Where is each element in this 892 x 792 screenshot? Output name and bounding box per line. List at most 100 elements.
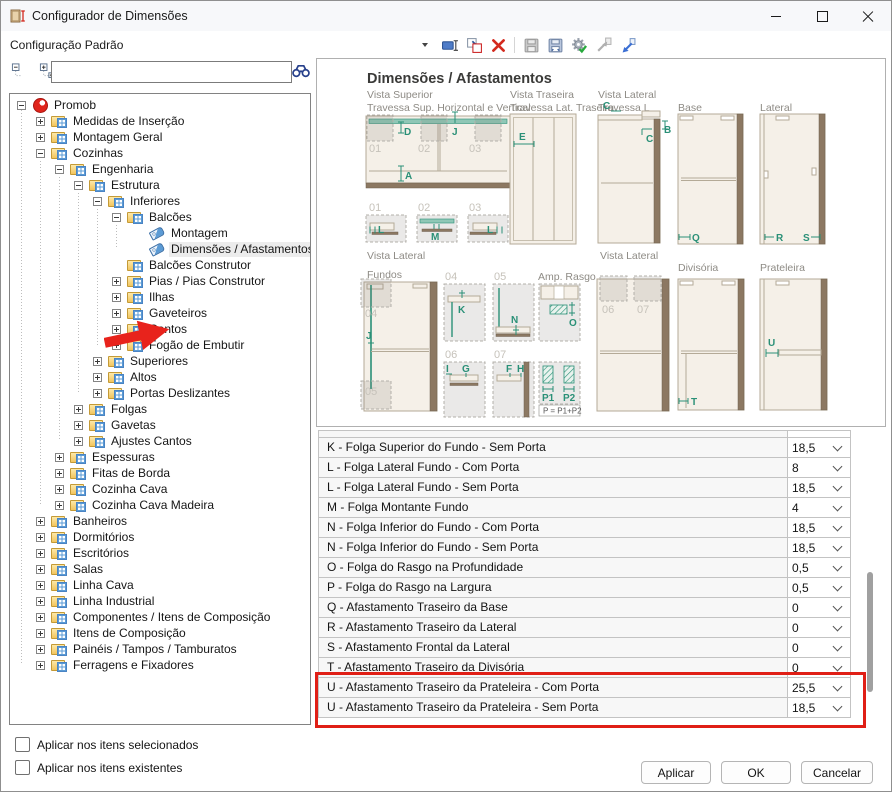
delete-config-button[interactable] [489,36,508,54]
configuration-combobox[interactable]: Configuração Padrão [10,38,422,52]
tree-item[interactable]: Estrutura [10,177,310,193]
param-value-dropdown[interactable]: 18,5 [787,518,850,537]
export-config-button[interactable] [546,36,565,54]
ok-button[interactable]: OK [721,761,791,784]
tree-expander[interactable] [93,197,102,206]
param-value-dropdown[interactable]: 8 [787,458,850,477]
configuration-tree[interactable]: Promob Medidas de Inserção Montagem Gera… [9,93,311,725]
param-value-dropdown[interactable]: 18,5 [787,538,850,557]
apply-selected-checkbox[interactable] [15,737,30,752]
tree-item[interactable]: Fogão de Embutir [10,337,310,353]
tree-expander[interactable] [36,117,45,126]
save-config-button[interactable] [522,36,541,54]
apply-button[interactable]: Aplicar [641,761,711,784]
tree-item[interactable]: Ilhas [10,289,310,305]
tree-expander[interactable] [55,501,64,510]
param-value-dropdown[interactable]: 18,5 [787,698,850,717]
tree-item[interactable]: Banheiros [10,513,310,529]
tree-item[interactable]: Portas Deslizantes [10,385,310,401]
tree-expander[interactable] [36,533,45,542]
tree-item[interactable]: Gaveteiros [10,305,310,321]
tree-expander[interactable] [55,469,64,478]
tree-expander[interactable] [36,629,45,638]
tree-item[interactable]: Folgas [10,401,310,417]
tree-expander[interactable] [36,581,45,590]
param-value-dropdown[interactable]: 0 [787,618,850,637]
tree-expander[interactable] [74,421,83,430]
tree-expander[interactable] [74,437,83,446]
tree-expander[interactable] [112,325,121,334]
param-value-dropdown[interactable]: 0,5 [787,578,850,597]
tree-expander[interactable] [36,149,45,158]
param-value-dropdown[interactable]: 25,5 [787,678,850,697]
tree-item-selected[interactable]: Dimensões / Afastamentos [10,241,310,257]
close-button[interactable] [845,1,891,31]
tree-item[interactable]: Cozinha Cava [10,481,310,497]
tree-expander[interactable] [36,517,45,526]
tree-item[interactable]: Espessuras [10,449,310,465]
tree-expander[interactable] [36,661,45,670]
push-config-button[interactable] [594,36,613,54]
tree-item[interactable]: Escritórios [10,545,310,561]
tree-item[interactable]: Painéis / Tampos / Tamburatos [10,641,310,657]
tree-expander[interactable] [74,181,83,190]
tree-expander[interactable] [17,101,26,110]
tree-item[interactable]: Inferiores [10,193,310,209]
tree-search-input[interactable] [51,61,292,83]
tree-item[interactable]: Montagem Geral [10,129,310,145]
tree-item[interactable]: Fitas de Borda [10,465,310,481]
tree-item[interactable]: Gavetas [10,417,310,433]
apply-config-button[interactable] [570,36,589,54]
tree-item[interactable]: Ajustes Cantos [10,433,310,449]
param-value-dropdown[interactable]: 0 [787,638,850,657]
tree-item[interactable]: Montagem [10,225,310,241]
tree-expander[interactable] [93,389,102,398]
tree-expander[interactable] [36,645,45,654]
minimize-button[interactable] [753,1,799,31]
rename-config-button[interactable] [441,36,460,54]
combobox-arrow-icon[interactable] [422,43,428,47]
tree-item[interactable]: Linha Cava [10,577,310,593]
tree-item[interactable]: Linha Industrial [10,593,310,609]
tree-expander[interactable] [112,309,121,318]
find-button[interactable] [291,62,311,79]
tree-item[interactable]: Cozinhas [10,145,310,161]
pull-config-button[interactable] [618,36,637,54]
copy-config-button[interactable] [465,36,484,54]
tree-expander[interactable] [55,485,64,494]
tree-item[interactable]: Balcões [10,209,310,225]
tree-item[interactable]: Itens de Composição [10,625,310,641]
tree-expander[interactable] [93,373,102,382]
param-value-dropdown[interactable]: 0,5 [787,558,850,577]
maximize-button[interactable] [799,1,845,31]
tree-expander[interactable] [36,549,45,558]
tree-item[interactable]: Cozinha Cava Madeira [10,497,310,513]
tree-expander[interactable] [74,405,83,414]
tree-item[interactable]: Pias / Pias Construtor [10,273,310,289]
tree-item[interactable]: Salas [10,561,310,577]
tree-item[interactable]: Ferragens e Fixadores [10,657,310,673]
tree-item[interactable]: Componentes / Itens de Composição [10,609,310,625]
tree-item-promob[interactable]: Promob [10,97,310,113]
tree-expander[interactable] [93,357,102,366]
collapse-all-button[interactable] [11,62,26,79]
tree-item[interactable]: Superiores [10,353,310,369]
tree-item[interactable]: Dormitórios [10,529,310,545]
param-value-dropdown[interactable]: 0 [787,658,850,677]
cancel-button[interactable]: Cancelar [801,761,873,784]
tree-expander[interactable] [112,293,121,302]
tree-expander[interactable] [112,341,121,350]
tree-expander[interactable] [36,565,45,574]
tree-item[interactable]: Medidas de Inserção [10,113,310,129]
tree-expander[interactable] [55,165,64,174]
param-scrollbar-thumb[interactable] [867,572,873,692]
tree-item[interactable]: Engenharia [10,161,310,177]
param-value-dropdown[interactable]: 18,5 [787,438,850,457]
tree-expander[interactable] [36,613,45,622]
tree-item[interactable]: Cantos [10,321,310,337]
tree-item[interactable]: Altos [10,369,310,385]
tree-expander[interactable] [112,277,121,286]
tree-expander[interactable] [36,597,45,606]
tree-item[interactable]: Balcões Construtor [10,257,310,273]
param-value-dropdown[interactable]: 4 [787,498,850,517]
